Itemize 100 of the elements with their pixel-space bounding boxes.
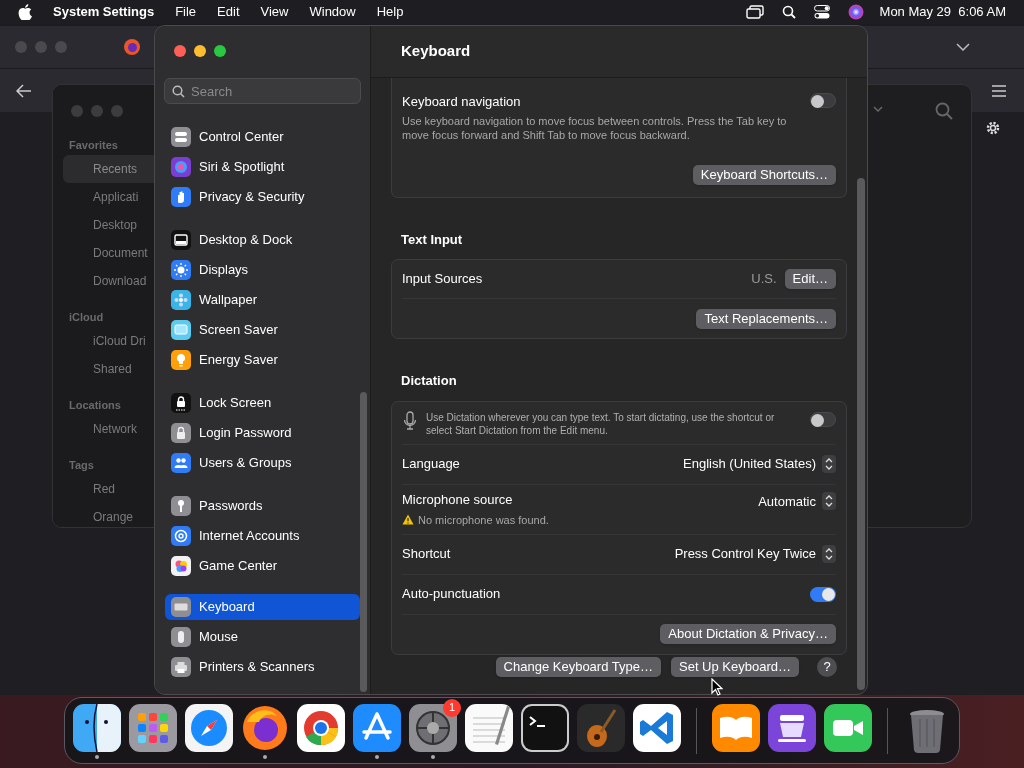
back-arrow-icon[interactable] (16, 83, 32, 98)
sidebar-item[interactable]: Red (63, 475, 155, 503)
ribbon-logo-icon[interactable] (633, 703, 681, 752)
sidebar-item[interactable]: Control Center (165, 122, 360, 152)
sidebar-item[interactable]: Keyboard (165, 594, 360, 620)
bubbles-icon (171, 556, 191, 576)
setting-label: Input Sources (402, 270, 484, 289)
printer-icon (171, 657, 191, 677)
siri-icon[interactable] (847, 4, 864, 20)
finder-icon[interactable] (73, 703, 121, 752)
push-button[interactable]: Set Up Keyboard… (671, 656, 799, 677)
setting-label: Microphone source (402, 491, 514, 509)
windows-icon[interactable] (745, 5, 764, 19)
sidebar-item[interactable]: Network (63, 415, 155, 443)
mouse-icon (171, 627, 191, 647)
stepper-icon[interactable] (822, 455, 836, 473)
sidebar-item[interactable]: Document (63, 239, 155, 267)
push-button[interactable]: Edit… (784, 269, 836, 289)
screen-icon (171, 320, 191, 340)
toggle-switch[interactable] (810, 93, 836, 108)
setting-label: Auto-punctuation (402, 585, 502, 604)
setting-value: U.S. (751, 270, 777, 289)
sidebar-item[interactable]: Desktop (63, 211, 155, 239)
toggle-switch[interactable] (810, 411, 836, 427)
zoom-button[interactable] (214, 45, 226, 57)
sidebar-item[interactable]: Lock Screen (165, 388, 360, 418)
sidebar-item[interactable]: Game Center (165, 551, 360, 581)
menu-item[interactable]: Help (376, 2, 404, 22)
flower-icon (171, 290, 191, 310)
compass-icon[interactable] (185, 703, 233, 752)
sidebar-item[interactable]: Download (63, 267, 155, 295)
sidebar-item[interactable]: Users & Groups (165, 448, 360, 478)
trash-icon[interactable] (908, 708, 946, 753)
app-store-icon[interactable] (353, 703, 401, 752)
minimize-button[interactable] (194, 45, 206, 57)
sidebar-item[interactable]: Shared (63, 355, 155, 383)
keyboard-icon (171, 597, 191, 617)
scrollbar-thumb[interactable] (360, 392, 367, 692)
guitar-icon[interactable] (577, 703, 625, 752)
sidebar-item[interactable]: Passwords (165, 491, 360, 521)
video-camera-icon[interactable] (824, 703, 872, 752)
sidebar-item[interactable]: Applicati (63, 183, 155, 211)
sidebar-item[interactable]: Internet Accounts (165, 521, 360, 551)
help-button[interactable]: ? (817, 656, 837, 677)
sidebar-item[interactable]: Wallpaper (165, 285, 360, 315)
search-icon[interactable] (781, 5, 796, 19)
sidebar-item[interactable]: Mouse (165, 622, 360, 652)
drive-stack-icon[interactable] (768, 703, 816, 752)
section-heading: Dictation (400, 372, 458, 390)
app-menu[interactable]: System Settings (53, 2, 155, 22)
section-heading: Locations (68, 398, 122, 411)
control-center-icon[interactable] (813, 5, 830, 19)
menu-icon[interactable] (992, 84, 1006, 97)
app-grid-icon[interactable] (129, 703, 177, 752)
push-button[interactable]: About Dictation & Privacy… (660, 624, 836, 644)
sidebar-item[interactable]: Recents (63, 155, 155, 183)
sidebar-item[interactable]: Privacy & Security (165, 182, 360, 212)
firefox-icon[interactable] (123, 38, 141, 56)
menu-item[interactable]: Edit (217, 2, 240, 22)
stepper-icon[interactable] (822, 545, 836, 563)
menu-bar-clock[interactable]: Mon May 29 6:06 AM (879, 2, 1006, 22)
push-button[interactable]: Change Keyboard Type… (495, 656, 661, 677)
notification-badge: 1 (443, 698, 461, 717)
apple-logo-icon[interactable] (18, 4, 32, 20)
warning-text: No microphone was found. (418, 512, 549, 528)
sidebar-item[interactable]: Screen Saver (165, 315, 360, 345)
popup-button[interactable]: English (United States) (683, 454, 836, 474)
sun-icon (171, 260, 191, 280)
notepad-pencil-icon[interactable] (465, 703, 513, 752)
menu-item[interactable]: Window (309, 2, 356, 22)
sidebar-item[interactable]: Siri & Spotlight (165, 152, 360, 182)
sidebar-item[interactable]: Desktop & Dock (165, 225, 360, 255)
settings-icon[interactable] (985, 120, 1001, 136)
terminal-icon[interactable] (521, 703, 569, 752)
chevron-down-icon[interactable] (956, 43, 970, 51)
fox-globe-icon[interactable] (241, 703, 289, 752)
hand-icon (171, 187, 191, 207)
sidebar-item[interactable]: Login Password (165, 418, 360, 448)
search-field[interactable]: Search (164, 78, 361, 104)
sidebar-item[interactable]: iCloud Dri (63, 327, 155, 355)
popup-button[interactable]: Press Control Key Twice (674, 544, 836, 564)
menu-item[interactable]: View (260, 2, 289, 22)
chrome-logo-icon[interactable] (297, 703, 345, 752)
cursor-icon (711, 678, 723, 696)
gear-icon[interactable] (409, 703, 457, 752)
popup-button[interactable]: Automatic (758, 491, 836, 511)
sidebar-item[interactable]: Orange (63, 503, 155, 527)
setting-description: Use Dictation wherever you can type text. To start dictating, use the shortcut or select Start Dictation from the Edit menu. (426, 410, 776, 437)
toggle-switch[interactable] (810, 586, 836, 602)
sidebar-item[interactable]: Energy Saver (165, 345, 360, 375)
orb-icon (171, 157, 191, 177)
stepper-icon[interactable] (822, 492, 836, 511)
push-button[interactable]: Text Replacements… (696, 308, 836, 329)
sidebar-item[interactable]: Displays (165, 255, 360, 285)
open-book-icon[interactable] (712, 703, 760, 752)
push-button[interactable]: Keyboard Shortcuts… (692, 164, 836, 185)
menu-item[interactable]: File (175, 2, 197, 22)
sidebar-item[interactable]: Printers & Scanners (165, 652, 360, 682)
scrollbar-thumb[interactable] (857, 178, 865, 690)
close-button[interactable] (174, 45, 186, 57)
